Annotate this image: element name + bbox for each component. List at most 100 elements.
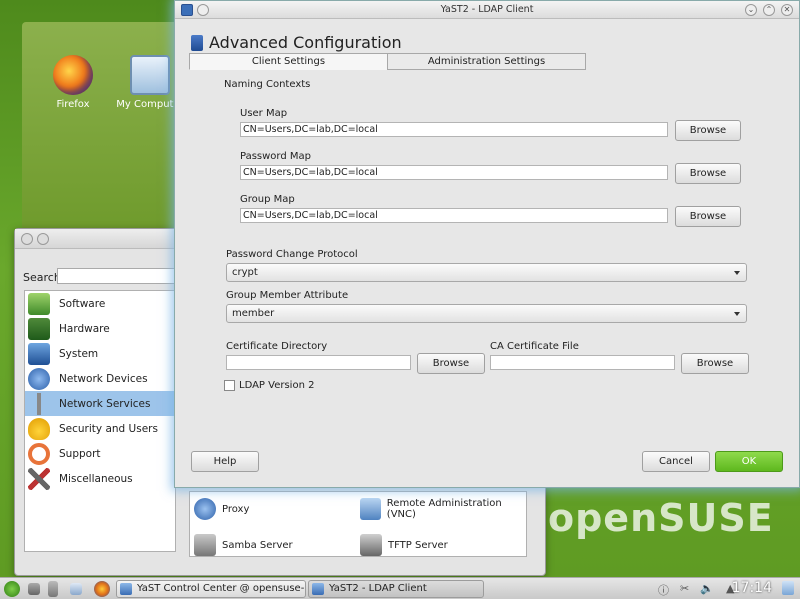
category-item-system[interactable]: System [25, 341, 175, 366]
select-value: member [232, 308, 275, 319]
category-item-miscellaneous[interactable]: Miscellaneous [25, 466, 175, 491]
dialog-title: YaST2 - LDAP Client [440, 4, 534, 15]
yast-icon [312, 583, 324, 595]
tab-administration-settings[interactable]: Administration Settings [387, 53, 586, 70]
certificate-directory-browse-button[interactable]: Browse [417, 353, 485, 374]
network-devices-icon [28, 367, 50, 390]
ca-certificate-file-input[interactable] [490, 355, 675, 370]
module-label: Remote Administration (VNC) [386, 498, 502, 520]
taskbar: YaST Control Center @ opensuse-test YaST… [0, 577, 800, 599]
password-map-label: Password Map [240, 151, 311, 162]
info-icon[interactable]: ⓘ [658, 582, 669, 598]
user-map-label: User Map [240, 108, 288, 119]
firefox-icon [53, 55, 93, 95]
category-label: Network Devices [59, 372, 148, 385]
password-change-protocol-label: Password Change Protocol [226, 249, 358, 260]
security-icon [28, 417, 50, 440]
group-map-browse-button[interactable]: Browse [675, 206, 741, 227]
password-map-input[interactable]: CN=Users,DC=lab,DC=local [240, 165, 668, 180]
module-label: TFTP Server [388, 539, 448, 551]
firefox-launcher-icon[interactable] [94, 581, 110, 597]
desktop-icon-firefox[interactable]: Firefox [38, 55, 108, 110]
minimize-icon[interactable]: ⌄ [745, 4, 757, 16]
task-label: YaST Control Center @ opensuse-test [137, 583, 305, 594]
help-button[interactable]: Help [191, 451, 259, 472]
category-label: Network Services [59, 397, 151, 410]
certificate-directory-label: Certificate Directory [226, 341, 328, 352]
ldap-client-dialog[interactable]: YaST2 - LDAP Client ⌄ ⌃ ✕ Advanced Confi… [174, 0, 800, 488]
category-item-network-services[interactable]: Network Services [25, 391, 175, 416]
naming-contexts-label: Naming Contexts [224, 79, 311, 90]
module-list[interactable]: Proxy Remote Administration (VNC) Samba … [189, 491, 527, 557]
module-item-tftp-server[interactable]: TFTP Server [360, 534, 448, 556]
search-label: Search [23, 271, 61, 284]
terminal-icon[interactable] [70, 583, 82, 595]
task-yast-control-center[interactable]: YaST Control Center @ opensuse-test [116, 580, 306, 598]
yast-icon [120, 583, 132, 595]
cancel-button[interactable]: Cancel [642, 451, 710, 472]
software-icon [28, 292, 50, 315]
group-member-attribute-select[interactable]: member [226, 304, 747, 323]
module-label: Samba Server [222, 539, 293, 551]
system-icon [28, 342, 50, 365]
dialog-titlebar[interactable]: YaST2 - LDAP Client ⌄ ⌃ ✕ [175, 1, 799, 19]
maximize-icon[interactable]: ⌃ [763, 4, 775, 16]
category-label: Hardware [59, 322, 110, 335]
tab-client-settings[interactable]: Client Settings [189, 53, 388, 70]
samba-icon [194, 534, 216, 556]
category-item-software[interactable]: Software [25, 291, 175, 316]
category-label: Miscellaneous [59, 472, 133, 485]
yast-module-icon [191, 34, 203, 51]
tftp-icon [360, 534, 382, 556]
chevron-down-icon [734, 271, 740, 275]
user-map-browse-button[interactable]: Browse [675, 120, 741, 141]
opensuse-brand: openSUSE [548, 496, 774, 540]
ca-certificate-file-browse-button[interactable]: Browse [681, 353, 749, 374]
ca-certificate-file-label: CA Certificate File [490, 341, 579, 352]
user-map-input[interactable]: CN=Users,DC=lab,DC=local [240, 122, 668, 137]
category-item-hardware[interactable]: Hardware [25, 316, 175, 341]
support-icon [28, 442, 50, 465]
file-manager-icon[interactable] [48, 581, 58, 597]
module-item-remote-administration[interactable]: Remote Administration (VNC) [360, 498, 526, 520]
module-item-samba-server[interactable]: Samba Server [194, 534, 293, 556]
start-menu-icon[interactable] [4, 581, 20, 597]
window-menu-icon[interactable] [21, 233, 33, 245]
password-change-protocol-select[interactable]: crypt [226, 263, 747, 282]
password-map-browse-button[interactable]: Browse [675, 163, 741, 184]
close-icon[interactable]: ✕ [781, 4, 793, 16]
clock[interactable]: 17:14 [732, 580, 772, 596]
group-map-input[interactable]: CN=Users,DC=lab,DC=local [240, 208, 668, 223]
ldap-version2-checkbox[interactable] [224, 380, 235, 391]
task-ldap-client[interactable]: YaST2 - LDAP Client [308, 580, 484, 598]
computer-icon [130, 55, 170, 95]
category-label: Support [59, 447, 101, 460]
task-label: YaST2 - LDAP Client [329, 583, 427, 594]
ldap-version2-label: LDAP Version 2 [239, 380, 315, 391]
category-label: Security and Users [59, 422, 158, 435]
misc-icon [28, 467, 50, 490]
category-list[interactable]: Software Hardware System Network Devices… [24, 290, 176, 552]
pin-icon[interactable] [37, 233, 49, 245]
hardware-icon [28, 317, 50, 340]
category-label: System [59, 347, 99, 360]
panel-toolbox-icon[interactable] [782, 581, 794, 595]
module-item-proxy[interactable]: Proxy [194, 498, 249, 520]
category-item-security-and-users[interactable]: Security and Users [25, 416, 175, 441]
ok-button[interactable]: OK [715, 451, 783, 472]
group-map-label: Group Map [240, 194, 295, 205]
chevron-down-icon [734, 312, 740, 316]
group-member-attribute-label: Group Member Attribute [226, 290, 349, 301]
category-item-network-devices[interactable]: Network Devices [25, 366, 175, 391]
clipboard-icon[interactable]: ✂ [680, 582, 689, 595]
volume-icon[interactable]: 🔈 [700, 582, 714, 595]
tab-bar: Client Settings Administration Settings [189, 53, 586, 70]
page-title: Advanced Configuration [209, 33, 402, 52]
show-desktop-icon[interactable] [28, 583, 40, 595]
desktop-folder-view [22, 22, 182, 232]
category-item-support[interactable]: Support [25, 441, 175, 466]
desktop-icon-label: Firefox [56, 99, 90, 110]
search-input[interactable] [57, 268, 177, 284]
certificate-directory-input[interactable] [226, 355, 411, 370]
module-label: Proxy [222, 503, 250, 515]
